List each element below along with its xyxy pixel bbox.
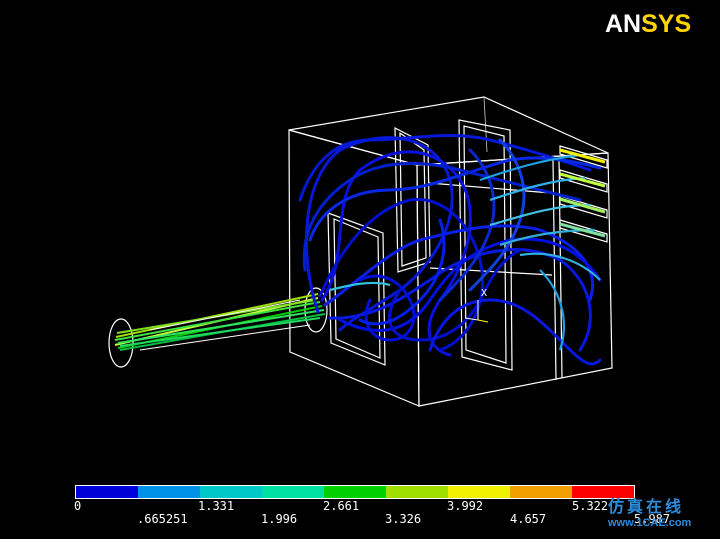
legend-swatch <box>138 486 200 498</box>
watermark-url: www.1CAE.com <box>608 517 692 529</box>
legend-swatch <box>386 486 448 498</box>
legend-label-upper: 5.322 <box>572 499 609 513</box>
legend-swatch <box>324 486 386 498</box>
site-watermark: 仿真在线 www.1CAE.com <box>608 499 718 539</box>
legend-label-upper: 2.661 <box>323 499 360 513</box>
contour-legend-bar <box>75 485 635 499</box>
legend-label-lower: 1.996 <box>261 512 298 526</box>
legend-label-lower: .665251 <box>137 512 188 526</box>
legend-label-upper: 1.331 <box>198 499 235 513</box>
inlet-streamlines <box>114 293 326 351</box>
ansys-graphics-window: ANSYS X 0 1.331 2.661 3.992 5.322 .66525… <box>0 0 720 539</box>
legend-swatch <box>510 486 572 498</box>
legend-swatch <box>448 486 510 498</box>
legend-swatch <box>572 486 634 498</box>
legend-label-upper: 3.992 <box>447 499 484 513</box>
legend-swatch <box>76 486 138 498</box>
legend-label-lower: 3.326 <box>385 512 422 526</box>
legend-label-lower: 4.657 <box>510 512 547 526</box>
axis-label: X <box>481 288 487 299</box>
legend-swatch <box>262 486 324 498</box>
model-view: X <box>108 96 613 407</box>
watermark-title: 仿真在线 <box>608 499 685 516</box>
legend-label-upper: 0 <box>74 499 82 513</box>
legend-swatch <box>200 486 262 498</box>
